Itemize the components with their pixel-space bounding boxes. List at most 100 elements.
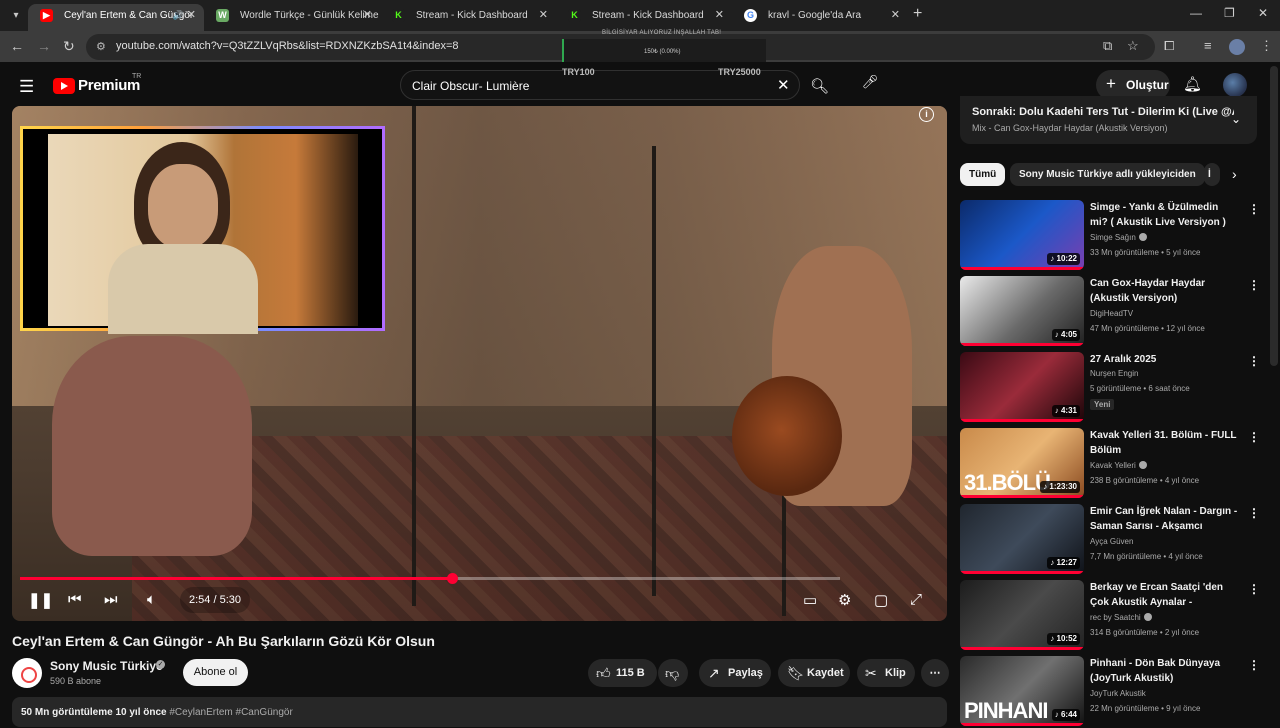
recommendation-title[interactable]: Pinhani - Dön Bak Dünyaya (JoyTurk Akust… — [1090, 656, 1238, 686]
recommendation-channel[interactable]: DigiHeadTV — [1090, 309, 1133, 318]
recommendation-channel[interactable]: Simge Sağın — [1090, 233, 1147, 242]
close-tab-icon[interactable]: ✕ — [891, 4, 900, 27]
channel-avatar[interactable] — [12, 658, 42, 688]
more-vertical-icon[interactable]: ⋮ — [1248, 202, 1260, 216]
next-icon[interactable]: ⏭︎ — [104, 591, 118, 608]
page-scrollbar[interactable] — [1270, 66, 1278, 366]
browser-tab-wordle[interactable]: W Wordle Türkçe - Günlük Kelime ✕ — [204, 4, 380, 31]
chip-all[interactable]: Tümü — [960, 163, 1006, 186]
browser-tab-kick-2[interactable]: K Stream - Kick Dashboard ✕ — [556, 4, 732, 31]
like-button[interactable]: 👍︎ 115 B — [588, 659, 657, 687]
hamburger-menu-icon[interactable]: ☰ — [19, 77, 34, 97]
recommendation-item[interactable]: 31.BÖLÜ ♪ 1:23:30 Kavak Yelleri 31. Bölü… — [960, 428, 1270, 500]
new-tab-icon[interactable]: + — [913, 5, 922, 23]
channel-name[interactable]: Sony Music Türkiye — [50, 659, 163, 673]
browser-tab-google[interactable]: G kravl - Google'da Ara ✕ — [732, 4, 908, 31]
bookmark-star-icon[interactable]: ☆ — [1127, 38, 1139, 54]
recommendation-meta: 238 B görüntüleme • 4 yıl önce — [1090, 476, 1200, 485]
more-vertical-icon[interactable]: ⋮ — [1248, 582, 1260, 596]
chevron-right-icon[interactable]: › — [1232, 166, 1237, 182]
info-icon[interactable]: i — [919, 107, 934, 122]
clip-button[interactable]: ✂ Klip — [857, 659, 915, 687]
search-value[interactable]: Clair Obscur- Lumière — [412, 79, 529, 93]
theater-mode-icon[interactable]: ▢ — [874, 591, 888, 609]
recommendation-channel[interactable]: rec by Saatchi — [1090, 613, 1152, 622]
account-avatar[interactable] — [1223, 73, 1247, 97]
recommendation-item[interactable]: ♪ 4:31 27 Aralık 2025 Nurşen Engin 5 gör… — [960, 352, 1270, 424]
more-vertical-icon[interactable]: ⋮ — [1248, 506, 1260, 520]
dislike-button[interactable]: 👎︎ — [658, 659, 688, 687]
browser-tab-kick-1[interactable]: K Stream - Kick Dashboard ✕ — [380, 4, 556, 31]
recommendation-item[interactable]: ♪ 10:22 Simge - Yankı & Üzülmedin mi? ( … — [960, 200, 1270, 272]
playlist-next-card[interactable]: Sonraki: Dolu Kadehi Ters Tut - Dilerim … — [960, 96, 1257, 144]
recommendation-title[interactable]: Berkay ve Ercan Saatçi 'den Çok Akustik … — [1090, 580, 1238, 610]
description-box[interactable]: 50 Mn görüntüleme 10 yıl önce #CeylanErt… — [12, 697, 947, 727]
pause-icon[interactable]: ❚❚ — [28, 591, 53, 609]
tab-search-icon[interactable]: ▾ — [7, 7, 25, 25]
close-window-icon[interactable]: ✕ — [1258, 6, 1268, 20]
settings-gear-icon[interactable]: ⚙ — [838, 591, 851, 609]
video-thumbnail[interactable]: ♪ 10:22 — [960, 200, 1084, 270]
close-tab-icon[interactable]: ✕ — [187, 4, 196, 27]
video-thumbnail[interactable]: ♪ 12:27 — [960, 504, 1084, 574]
video-thumbnail[interactable]: PINHANI ♪ 6:44 — [960, 656, 1084, 726]
install-app-icon[interactable]: ⧉ — [1103, 38, 1112, 54]
subscribe-button[interactable]: Abone ol — [183, 659, 248, 686]
site-info-icon[interactable]: ⚙ — [96, 40, 106, 53]
previous-icon[interactable]: ⏮︎ — [68, 591, 82, 608]
forward-icon[interactable]: → — [37, 38, 51, 54]
close-tab-icon[interactable]: ✕ — [539, 4, 548, 27]
notifications-bell-icon[interactable]: 🔔︎ — [1183, 75, 1202, 93]
more-actions-button[interactable]: ⋯ — [921, 659, 949, 687]
maximize-icon[interactable]: ❐ — [1224, 6, 1235, 20]
chip-more[interactable]: İ — [1204, 163, 1220, 186]
more-vertical-icon[interactable]: ⋮ — [1248, 430, 1260, 444]
close-tab-icon[interactable]: ✕ — [363, 4, 372, 27]
volume-icon[interactable]: 🔈︎ — [147, 591, 156, 608]
save-button[interactable]: 🔖︎ Kaydet — [778, 659, 850, 687]
recommendation-title[interactable]: 27 Aralık 2025 — [1090, 352, 1238, 367]
media-control-icon[interactable]: ≡ — [1204, 38, 1212, 53]
reload-icon[interactable]: ↻ — [63, 38, 75, 55]
profile-icon[interactable] — [1229, 39, 1245, 55]
video-thumbnail[interactable]: ♪ 4:31 — [960, 352, 1084, 422]
video-thumbnail[interactable]: ♪ 4:05 — [960, 276, 1084, 346]
recommendation-title[interactable]: Kavak Yelleri 31. Bölüm - FULL Bölüm — [1090, 428, 1238, 458]
recommendation-item[interactable]: PINHANI ♪ 6:44 Pinhani - Dön Bak Dünyaya… — [960, 656, 1270, 728]
more-vertical-icon[interactable]: ⋮ — [1248, 278, 1260, 292]
recommendation-channel[interactable]: Kavak Yelleri — [1090, 461, 1147, 470]
search-icon[interactable]: 🔍︎ — [810, 77, 829, 95]
recommendation-channel[interactable]: Nurşen Engin — [1090, 369, 1138, 378]
recommendation-channel[interactable]: Ayça Güven — [1090, 537, 1133, 546]
browser-tab-youtube[interactable]: ▶ Ceyl'an Ertem & Can Güngör 🔊 ✕ — [28, 4, 204, 31]
video-thumbnail[interactable]: ♪ 10:52 — [960, 580, 1084, 650]
speaker-icon[interactable]: 🔊 — [173, 4, 184, 27]
more-vertical-icon[interactable]: ⋮ — [1248, 354, 1260, 368]
back-icon[interactable]: ← — [10, 38, 24, 54]
minimize-icon[interactable]: — — [1190, 6, 1202, 20]
recommendation-channel[interactable]: JoyTurk Akustik — [1090, 689, 1146, 698]
clear-search-icon[interactable]: ✕ — [777, 76, 790, 94]
progress-scrubber[interactable] — [447, 573, 458, 584]
close-tab-icon[interactable]: ✕ — [715, 4, 724, 27]
video-thumbnail[interactable]: 31.BÖLÜ ♪ 1:23:30 — [960, 428, 1084, 498]
url-text[interactable]: youtube.com/watch?v=Q3tZZLVqRbs&list=RDX… — [116, 40, 459, 52]
hashtags[interactable]: #CeylanErtem #CanGüngör — [169, 707, 292, 718]
chip-uploader[interactable]: Sony Music Türkiye adlı yükleyiciden — [1010, 163, 1205, 186]
share-button[interactable]: ↗ Paylaş — [699, 659, 771, 687]
recommendation-item[interactable]: ♪ 12:27 Emir Can İğrek Nalan - Dargın - … — [960, 504, 1270, 576]
recommendation-title[interactable]: Can Gox-Haydar Haydar (Akustik Versiyon) — [1090, 276, 1238, 306]
recommendation-title[interactable]: Simge - Yankı & Üzülmedin mi? ( Akustik … — [1090, 200, 1238, 230]
video-progress-bar[interactable] — [20, 573, 840, 584]
recommendation-item[interactable]: ♪ 4:05 Can Gox-Haydar Haydar (Akustik Ve… — [960, 276, 1270, 348]
extensions-icon[interactable]: ⧠ — [1164, 38, 1174, 54]
browser-menu-icon[interactable]: ⋮ — [1260, 38, 1273, 54]
chevron-down-icon[interactable]: ⌄ — [1231, 112, 1241, 126]
recommendation-item[interactable]: ♪ 10:52 Berkay ve Ercan Saatçi 'den Çok … — [960, 580, 1270, 652]
subtitles-icon[interactable]: ▭ — [803, 591, 817, 609]
like-count: 115 B — [616, 667, 645, 679]
fullscreen-icon[interactable]: ⤢ — [910, 591, 922, 608]
more-vertical-icon[interactable]: ⋮ — [1248, 658, 1260, 672]
microphone-icon[interactable]: 🎤︎ — [860, 74, 880, 94]
recommendation-title[interactable]: Emir Can İğrek Nalan - Dargın - Saman Sa… — [1090, 504, 1238, 534]
